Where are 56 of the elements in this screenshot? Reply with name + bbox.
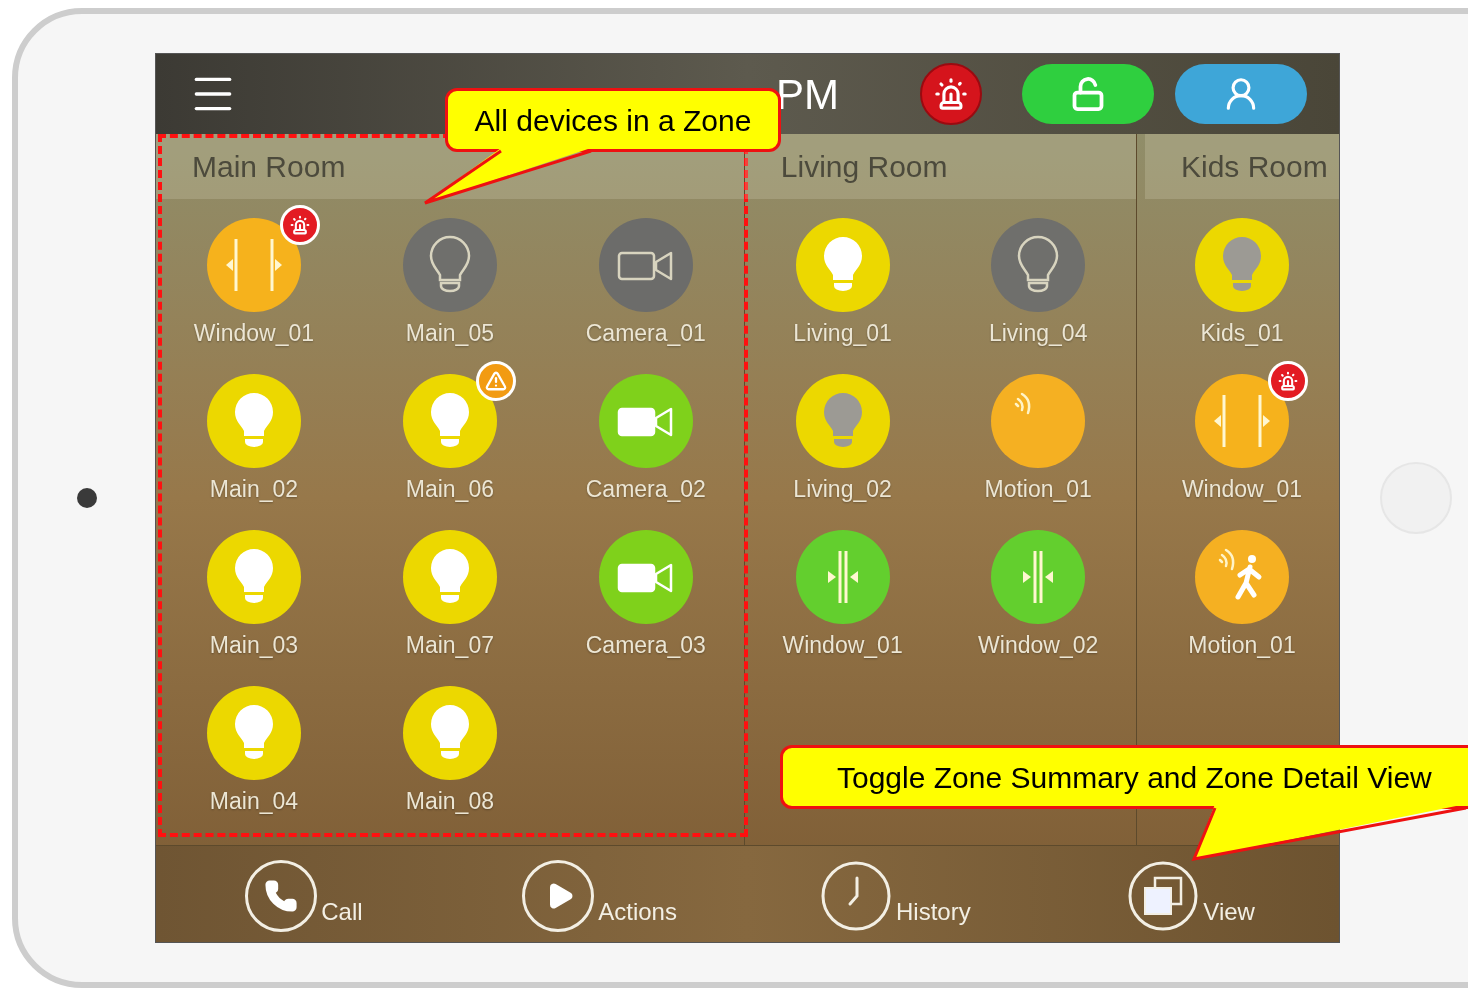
lightbulb-icon[interactable] (205, 685, 302, 781)
lightbulb-icon[interactable] (205, 373, 302, 469)
lightbulb-icon[interactable] (205, 529, 302, 625)
siren-icon (934, 77, 968, 111)
motion-sensor-icon[interactable] (990, 373, 1087, 469)
layers-icon (1127, 860, 1200, 932)
unlock-button[interactable] (1022, 64, 1154, 124)
device-label: Living_01 (793, 319, 892, 347)
nav-button[interactable]: Actions (451, 846, 748, 942)
zone-title[interactable]: Living Room (780, 144, 948, 189)
nav-button[interactable]: View (1043, 846, 1339, 942)
zone-title[interactable]: Main Room (192, 144, 346, 189)
window-sensor-icon[interactable] (990, 529, 1087, 625)
camera-icon[interactable] (597, 529, 694, 625)
device-label: Camera_03 (585, 631, 706, 659)
device-label: Motion_01 (984, 475, 1092, 503)
device-label: Motion_01 (1188, 631, 1296, 659)
device-label: Main_03 (209, 631, 299, 659)
device-label: Living_02 (793, 475, 892, 503)
device-label: Kids_01 (1200, 319, 1284, 347)
lightbulb-icon[interactable] (1194, 217, 1290, 313)
device-label: Window_01 (1181, 475, 1303, 503)
unlocked-padlock-icon (1070, 76, 1106, 112)
device-label: Window_01 (782, 631, 903, 659)
device-label: Main_07 (405, 631, 494, 659)
lightbulb-icon[interactable] (794, 373, 891, 469)
device-label: Window_02 (978, 631, 1099, 659)
lightbulb-icon[interactable] (401, 373, 498, 469)
device-label: Camera_02 (585, 475, 706, 503)
device-label: Main_04 (209, 787, 299, 815)
zone-title[interactable]: Kids Room (1181, 144, 1328, 189)
device-label: Main_05 (405, 319, 494, 347)
lightbulb-icon[interactable] (401, 217, 498, 313)
lightbulb-icon[interactable] (990, 217, 1087, 313)
device-label: Main_02 (209, 475, 299, 503)
device-label: Camera_01 (585, 319, 706, 347)
nav-button[interactable]: History (747, 846, 1044, 942)
user-button[interactable] (1175, 64, 1307, 124)
lightbulb-icon[interactable] (794, 217, 891, 313)
lightbulb-icon[interactable] (401, 685, 498, 781)
clock-icon (820, 860, 893, 932)
window-sensor-icon[interactable] (794, 529, 891, 625)
device-label: Window_01 (193, 319, 315, 347)
device-label: Main_08 (405, 787, 494, 815)
lightbulb-icon[interactable] (401, 529, 498, 625)
motion-sensor-icon[interactable] (1194, 529, 1290, 625)
phone-icon (245, 860, 318, 932)
window-sensor-icon[interactable] (205, 217, 302, 313)
device-label: Living_04 (988, 319, 1088, 347)
device-label: Main_06 (405, 475, 494, 503)
camera-icon[interactable] (597, 373, 694, 469)
camera-icon[interactable] (597, 217, 694, 313)
camera-lens (76, 488, 97, 508)
window-sensor-icon[interactable] (1194, 373, 1290, 469)
play-icon (522, 860, 595, 932)
nav-button[interactable]: Call (156, 846, 452, 942)
